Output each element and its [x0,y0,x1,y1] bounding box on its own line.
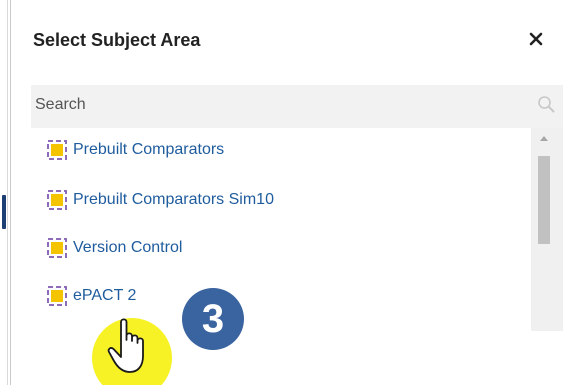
search-input[interactable] [31,85,563,125]
close-icon [529,32,543,46]
background-window-edge [7,0,8,385]
list-item-version-control[interactable]: Version Control [31,226,531,270]
step-badge: 3 [182,288,244,350]
close-button[interactable] [523,26,549,52]
scroll-thumb[interactable] [538,156,550,244]
select-subject-area-dialog: Select Subject Area Search Prebuilt Comp… [10,0,566,385]
list-item-label: Prebuilt Comparators Sim10 [73,191,274,208]
subject-area-panel: Prebuilt Comparators Prebuilt Comparator… [31,85,563,331]
scroll-up-arrow-icon[interactable] [540,136,548,141]
list-item-label: ePACT 2 [73,287,137,304]
subject-area-icon [47,190,67,210]
dialog-title: Select Subject Area [33,30,201,50]
search-row [31,85,563,125]
subject-area-list: Prebuilt Comparators Prebuilt Comparator… [31,128,531,331]
list-item-label: Version Control [73,239,183,256]
hand-pointer-icon [107,318,144,373]
dialog-header: Select Subject Area [11,0,566,72]
background-window-marker [2,195,6,229]
list-scrollbar[interactable] [531,128,563,331]
list-item-epact-2[interactable]: ePACT 2 [31,274,531,318]
subject-area-icon [47,286,67,306]
search-icon[interactable] [537,95,555,113]
list-item-prebuilt-comparators-sim10[interactable]: Prebuilt Comparators Sim10 [31,178,531,222]
list-item-label: Prebuilt Comparators [73,141,225,158]
subject-area-icon [47,140,67,160]
list-item-prebuilt-comparators[interactable]: Prebuilt Comparators [31,128,531,172]
screen: Select Subject Area Search Prebuilt Comp… [0,0,566,385]
subject-area-icon [47,238,67,258]
